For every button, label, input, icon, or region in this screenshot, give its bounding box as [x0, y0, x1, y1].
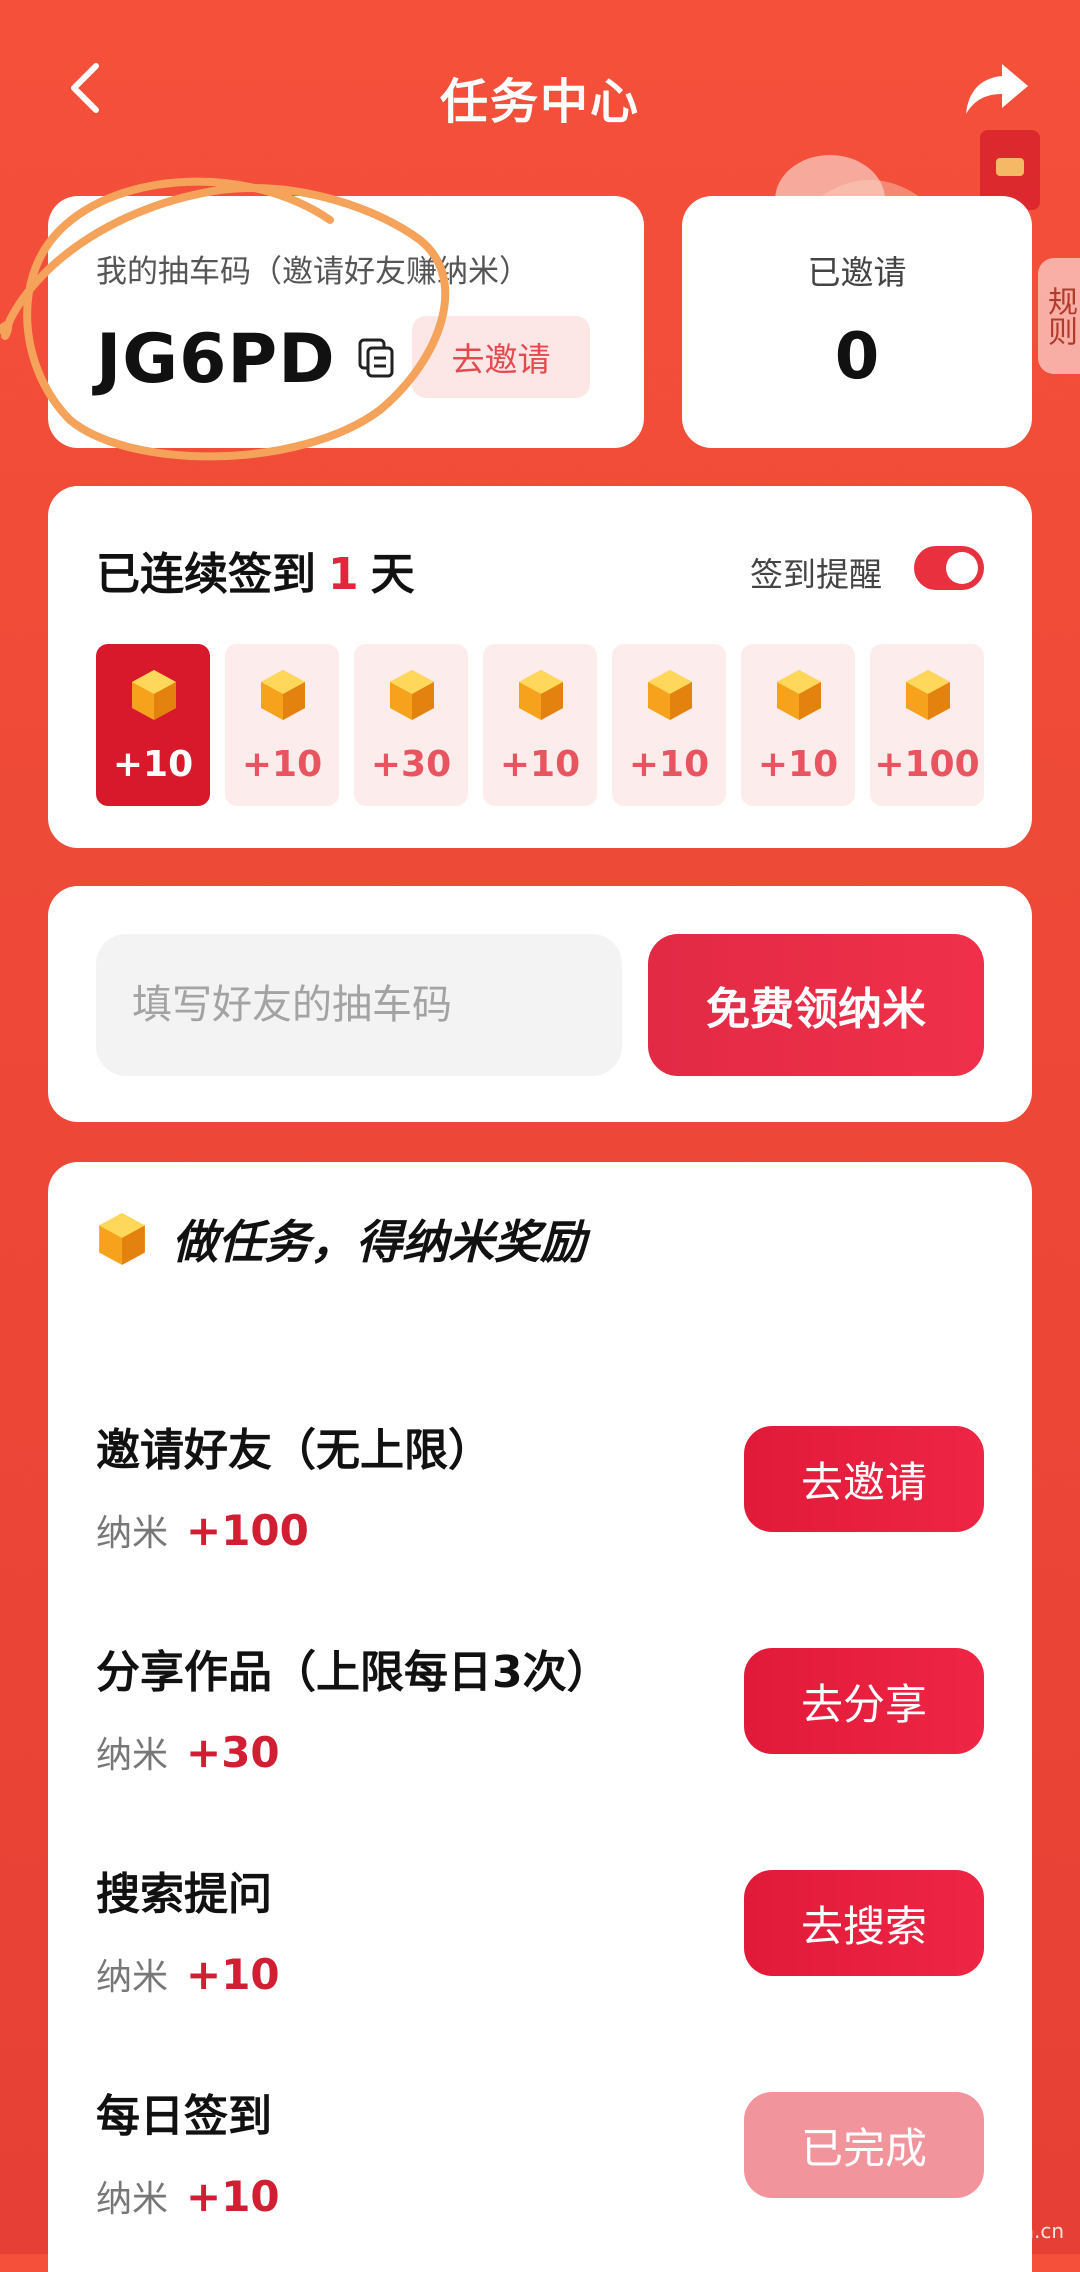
toggle-knob — [946, 552, 978, 584]
task-completed-button[interactable]: 已完成 — [744, 2092, 984, 2198]
task-row: 分享作品（上限每日3次） 纳米 +30 去分享 — [48, 1636, 1032, 1826]
invited-count: 0 — [834, 320, 880, 394]
checkin-streak: 已连续签到 1 天 — [96, 538, 415, 602]
share-arrow-icon[interactable] — [962, 58, 1032, 120]
checkin-day-4[interactable]: +10 — [483, 644, 597, 806]
nano-coin-icon — [390, 670, 434, 720]
streak-days: 1 — [328, 549, 359, 600]
task-reward: 纳米 +10 — [96, 1948, 280, 2000]
nano-coin-icon — [261, 670, 305, 720]
streak-prefix: 已连续签到 — [96, 549, 316, 600]
checkin-day-2[interactable]: +10 — [225, 644, 339, 806]
checkin-day-1[interactable]: +10 — [96, 644, 210, 806]
checkin-day-5[interactable]: +10 — [612, 644, 726, 806]
friend-code-card: 免费领纳米 — [48, 886, 1032, 1122]
header: 任务中心 — [0, 0, 1080, 190]
task-reward-label: 纳米 — [96, 1513, 169, 1554]
nano-coin-icon — [648, 670, 692, 720]
invited-count-card: 已邀请 0 — [682, 196, 1032, 448]
task-reward: 纳米 +100 — [96, 1504, 309, 1556]
invite-button-small[interactable]: 去邀请 — [412, 316, 590, 398]
checkin-card: 已连续签到 1 天 签到提醒 +10 +10 +30 +10 +10 +10 +… — [48, 486, 1032, 848]
task-reward: 纳米 +30 — [96, 1726, 280, 1778]
task-invite-button[interactable]: 去邀请 — [744, 1426, 984, 1532]
checkin-day-points: +30 — [370, 744, 452, 785]
rules-label: 规则 — [1042, 286, 1077, 346]
tasks-header: 做任务，得纳米奖励 — [96, 1204, 586, 1274]
task-name: 搜索提问 — [96, 1869, 272, 1920]
copy-icon[interactable] — [356, 338, 396, 378]
task-row: 邀请好友（无上限） 纳米 +100 去邀请 — [48, 1414, 1032, 1604]
task-name: 每日签到 — [96, 2091, 272, 2142]
checkin-day-3[interactable]: +30 — [354, 644, 468, 806]
task-share-button[interactable]: 去分享 — [744, 1648, 984, 1754]
checkin-day-points: +10 — [628, 744, 710, 785]
friend-code-input[interactable] — [96, 934, 622, 1076]
reminder-label: 签到提醒 — [750, 555, 882, 594]
task-reward-label: 纳米 — [96, 1957, 169, 1998]
checkin-day-points: +100 — [874, 744, 980, 785]
nano-coin-icon — [99, 1213, 145, 1265]
reminder-toggle[interactable] — [914, 546, 984, 590]
invite-code-value: JG6PD — [96, 320, 336, 399]
nano-coin-icon — [777, 670, 821, 720]
streak-suffix: 天 — [370, 549, 415, 600]
claim-nano-button[interactable]: 免费领纳米 — [648, 934, 984, 1076]
task-row: 搜索提问 纳米 +10 去搜索 — [48, 1858, 1032, 2048]
task-reward-label: 纳米 — [96, 2179, 169, 2220]
checkin-days: +10 +10 +30 +10 +10 +10 +100 — [96, 644, 986, 806]
task-reward-value: +30 — [186, 1728, 280, 1777]
checkin-day-points: +10 — [112, 744, 194, 785]
task-reward-value: +100 — [186, 1506, 309, 1555]
tasks-title: 做任务，得纳米奖励 — [172, 1215, 586, 1269]
checkin-day-points: +10 — [499, 744, 581, 785]
checkin-day-points: +10 — [241, 744, 323, 785]
invited-label: 已邀请 — [807, 253, 907, 292]
task-search-button[interactable]: 去搜索 — [744, 1870, 984, 1976]
task-reward-value: +10 — [186, 1950, 280, 1999]
task-name: 分享作品（上限每日3次） — [96, 1647, 611, 1698]
task-reward-label: 纳米 — [96, 1735, 169, 1776]
invite-code-label: 我的抽车码（邀请好友赚纳米） — [96, 254, 530, 290]
checkin-day-7[interactable]: +100 — [870, 644, 984, 806]
task-reward-value: +10 — [186, 2172, 280, 2221]
checkin-day-points: +10 — [757, 744, 839, 785]
tasks-card: 做任务，得纳米奖励 邀请好友（无上限） 纳米 +100 去邀请 分享作品（上限每日… — [48, 1162, 1032, 2272]
watermark: 58项目网 www.58xm.cn — [831, 2219, 1064, 2243]
nano-coin-icon — [906, 670, 950, 720]
task-reward: 纳米 +10 — [96, 2170, 280, 2222]
rules-tab[interactable]: 规则 — [1038, 258, 1080, 374]
nano-coin-icon — [519, 670, 563, 720]
nano-coin-icon — [132, 670, 176, 720]
task-name: 邀请好友（无上限） — [96, 1425, 492, 1476]
checkin-day-6[interactable]: +10 — [741, 644, 855, 806]
page-title: 任务中心 — [439, 74, 640, 130]
invite-code-card: 我的抽车码（邀请好友赚纳米） JG6PD 去邀请 — [48, 196, 644, 448]
